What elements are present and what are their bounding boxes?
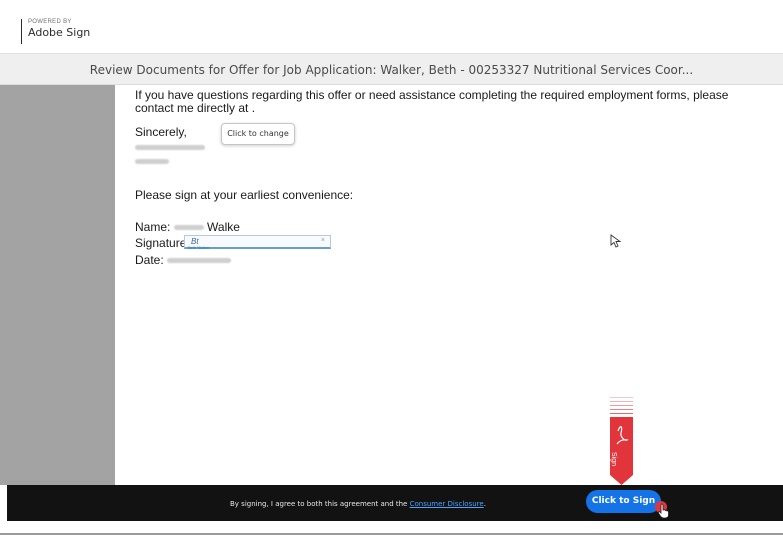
agreement-text: By signing, I agree to both this agreeme… — [230, 500, 486, 508]
redacted-first-name — [173, 225, 204, 231]
brand-header: POWERED BY Adobe Sign — [0, 8, 783, 53]
signature-label: Signature: — [135, 236, 190, 250]
name-value: Walke — [207, 220, 240, 234]
closing-text: Sincerely, — [135, 125, 187, 139]
signing-footer: By signing, I agree to both this agreeme… — [7, 485, 783, 521]
adobe-sign-logo: POWERED BY Adobe Sign — [21, 19, 90, 44]
brand-name: Adobe Sign — [28, 26, 91, 39]
consumer-disclosure-link[interactable]: Consumer Disclosure — [410, 500, 484, 508]
agreement-prefix: By signing, I agree to both this agreeme… — [230, 500, 408, 508]
hand-cursor-icon — [657, 503, 669, 519]
document-title-bar: Review Documents for Offer for Job Appli… — [0, 53, 783, 85]
document-page: If you have questions regarding this off… — [115, 85, 783, 485]
sign-flag-label: Sign — [610, 452, 617, 467]
click-to-sign-button[interactable]: Click to Sign — [586, 490, 661, 513]
date-label: Date: — [135, 253, 164, 267]
agreement-suffix: . — [483, 500, 486, 508]
contact-paragraph: If you have questions regarding this off… — [135, 88, 729, 115]
click-to-change-tooltip: Click to change — [221, 123, 295, 145]
mouse-pointer-icon — [610, 234, 622, 248]
date-line: Date: — [135, 253, 232, 267]
name-label: Name: — [135, 220, 171, 234]
redacted-date — [167, 258, 232, 264]
signature-field[interactable]: Bt Beth Walker × — [184, 235, 331, 250]
signature-caption: Beth Walker — [188, 245, 210, 250]
name-line: Name: Walke — [135, 221, 240, 234]
clear-signature-icon[interactable]: × — [321, 237, 325, 244]
document-viewer[interactable]: If you have questions regarding this off… — [0, 85, 783, 485]
redacted-sender-title — [135, 155, 169, 168]
powered-by-label: POWERED BY — [28, 19, 72, 25]
document-title: Review Documents for Offer for Job Appli… — [89, 63, 694, 77]
flag-fade-lines — [610, 397, 633, 414]
redacted-sender-name — [135, 141, 205, 154]
sign-request-text: Please sign at your earliest convenience… — [135, 188, 354, 202]
